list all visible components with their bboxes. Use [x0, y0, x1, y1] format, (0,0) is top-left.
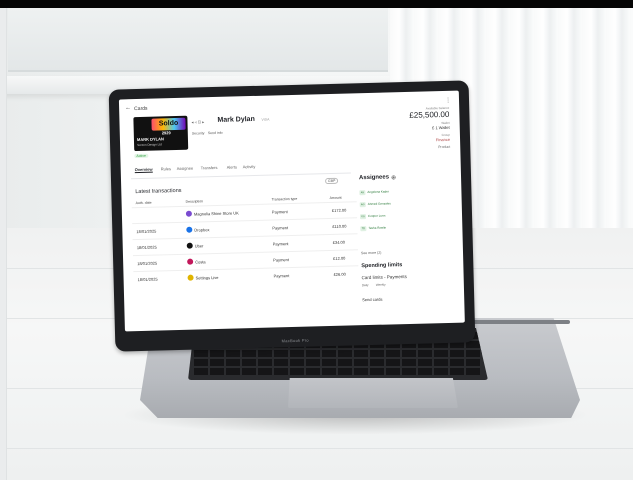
laptop-screen: ← Cards ⋮ Soldo 2929 MARK DYLAN Screen D…: [118, 90, 465, 332]
assignee-name: Tasha Rowlin: [368, 225, 387, 231]
row-date: 18/01/2025: [136, 244, 157, 251]
transactions-title: Latest transactions: [135, 187, 182, 196]
tab-activity[interactable]: Activity: [243, 164, 256, 169]
group-value[interactable]: Finance: [436, 137, 450, 142]
assignee-initials: AS: [359, 190, 366, 196]
limit-tag-daily[interactable]: Daily: [362, 283, 369, 287]
more-menu-icon[interactable]: ⋮: [445, 97, 451, 104]
see-more-link[interactable]: See more (2): [361, 251, 382, 256]
back-arrow-icon[interactable]: ←: [125, 105, 131, 111]
card-company: Screen Design Ltd: [137, 142, 162, 148]
assignees-title: Assignees: [358, 174, 390, 182]
merchant-icon: [187, 274, 194, 281]
assignee-initials: TD: [360, 226, 367, 232]
assignee-name: Angelena Kader: [367, 189, 389, 195]
card-brand-logo: Soldo: [151, 117, 186, 131]
row-merchant: Magnolia Shine Store UK: [193, 210, 239, 217]
spending-limits-title: Spending limits: [361, 262, 403, 270]
row-amount: £172.00: [331, 207, 347, 213]
merchant-icon: [185, 210, 192, 217]
tab-rules[interactable]: Rules: [161, 166, 171, 171]
card-holder-tag: VISA: [261, 117, 270, 122]
assignee-initials: AG: [359, 202, 366, 208]
laptop-lid: ← Cards ⋮ Soldo 2929 MARK DYLAN Screen D…: [108, 80, 476, 352]
card-management-app: ← Cards ⋮ Soldo 2929 MARK DYLAN Screen D…: [119, 91, 465, 332]
dropbox-icon: [186, 226, 193, 233]
assignee-item[interactable]: AG Ahmed Gonzales: [359, 199, 452, 209]
column-header-date[interactable]: Auth. date: [136, 201, 152, 205]
column-header-type[interactable]: Transaction type: [272, 197, 298, 202]
assignee-item[interactable]: TD Tasha Rowlin: [360, 223, 452, 233]
row-type: Payment: [271, 209, 288, 215]
row-date: 18/01/2025: [136, 228, 157, 235]
column-header-description[interactable]: Description: [186, 199, 204, 203]
security-action[interactable]: Security: [192, 131, 205, 135]
row-merchant: Settings Live: [195, 274, 219, 281]
row-amount: £12.00: [333, 255, 346, 261]
currency-filter-dropdown[interactable]: GBP: [325, 177, 339, 185]
assignee-name: Cooper Lunn: [367, 213, 386, 219]
payment-card: Soldo 2929 MARK DYLAN Screen Design Ltd: [133, 115, 189, 152]
tab-overview[interactable]: Overview: [134, 166, 153, 174]
row-merchant: Dropbox: [194, 227, 210, 233]
costa-icon: [187, 258, 194, 265]
row-type: Payment: [273, 273, 290, 279]
row-amount: £34.00: [332, 239, 346, 245]
row-amount: £110.00: [332, 223, 347, 229]
uber-icon: [186, 242, 193, 249]
limit-tag-weekly[interactable]: Weekly: [376, 283, 386, 287]
key-row: [194, 368, 482, 375]
row-merchant: Costa: [195, 259, 206, 265]
card-last-digits: 2929: [161, 130, 171, 136]
row-amount: £26.00: [333, 271, 346, 277]
card-holder-name: Mark Dylan: [217, 115, 255, 124]
send-cards-link[interactable]: Send cards: [362, 297, 382, 303]
key-row: [194, 350, 482, 357]
row-merchant: Uber: [194, 243, 204, 249]
status-badge: Active: [134, 153, 148, 159]
send-info-action[interactable]: Send info: [208, 131, 223, 135]
row-date: 18/01/2025: [137, 276, 158, 283]
column-header-amount[interactable]: Amount: [329, 196, 341, 200]
table-plank-seam: [0, 448, 633, 449]
left-wall-edge: [0, 8, 7, 480]
top-black-bar: [0, 0, 633, 8]
tab-alerts[interactable]: Alerts: [227, 164, 237, 169]
row-type: Payment: [272, 241, 289, 247]
key-row: [194, 359, 482, 366]
laptop-trackpad: [288, 378, 458, 408]
row-type: Payment: [272, 225, 289, 231]
tab-divider: [130, 172, 351, 180]
assignee-initials: CS: [359, 214, 367, 220]
assignee-item[interactable]: CS Cooper Lunn: [359, 211, 452, 221]
tab-transfers[interactable]: Transfers: [201, 165, 218, 170]
card-toolbar-icons[interactable]: ◂ ◃ ⊡ ▸: [191, 119, 204, 124]
card-name: MARK DYLAN: [136, 136, 164, 143]
plus-circle-icon[interactable]: ⊕: [391, 174, 396, 181]
assignee-name: Ahmed Gonzales: [367, 201, 391, 207]
balance-amount: £25,500.00: [409, 109, 450, 120]
card-limits-label: Card limits - Payments: [361, 274, 407, 281]
product-value[interactable]: Product: [438, 145, 450, 149]
assignee-item[interactable]: AS Angelena Kader: [359, 187, 451, 197]
breadcrumb[interactable]: Cards: [134, 106, 147, 112]
wallet-value[interactable]: £ 1 Wallet: [432, 125, 450, 130]
row-date: 18/01/2025: [137, 260, 158, 267]
window-frame: [8, 8, 388, 72]
row-type: Payment: [273, 257, 290, 263]
tab-assignee[interactable]: Assignee: [177, 166, 194, 171]
